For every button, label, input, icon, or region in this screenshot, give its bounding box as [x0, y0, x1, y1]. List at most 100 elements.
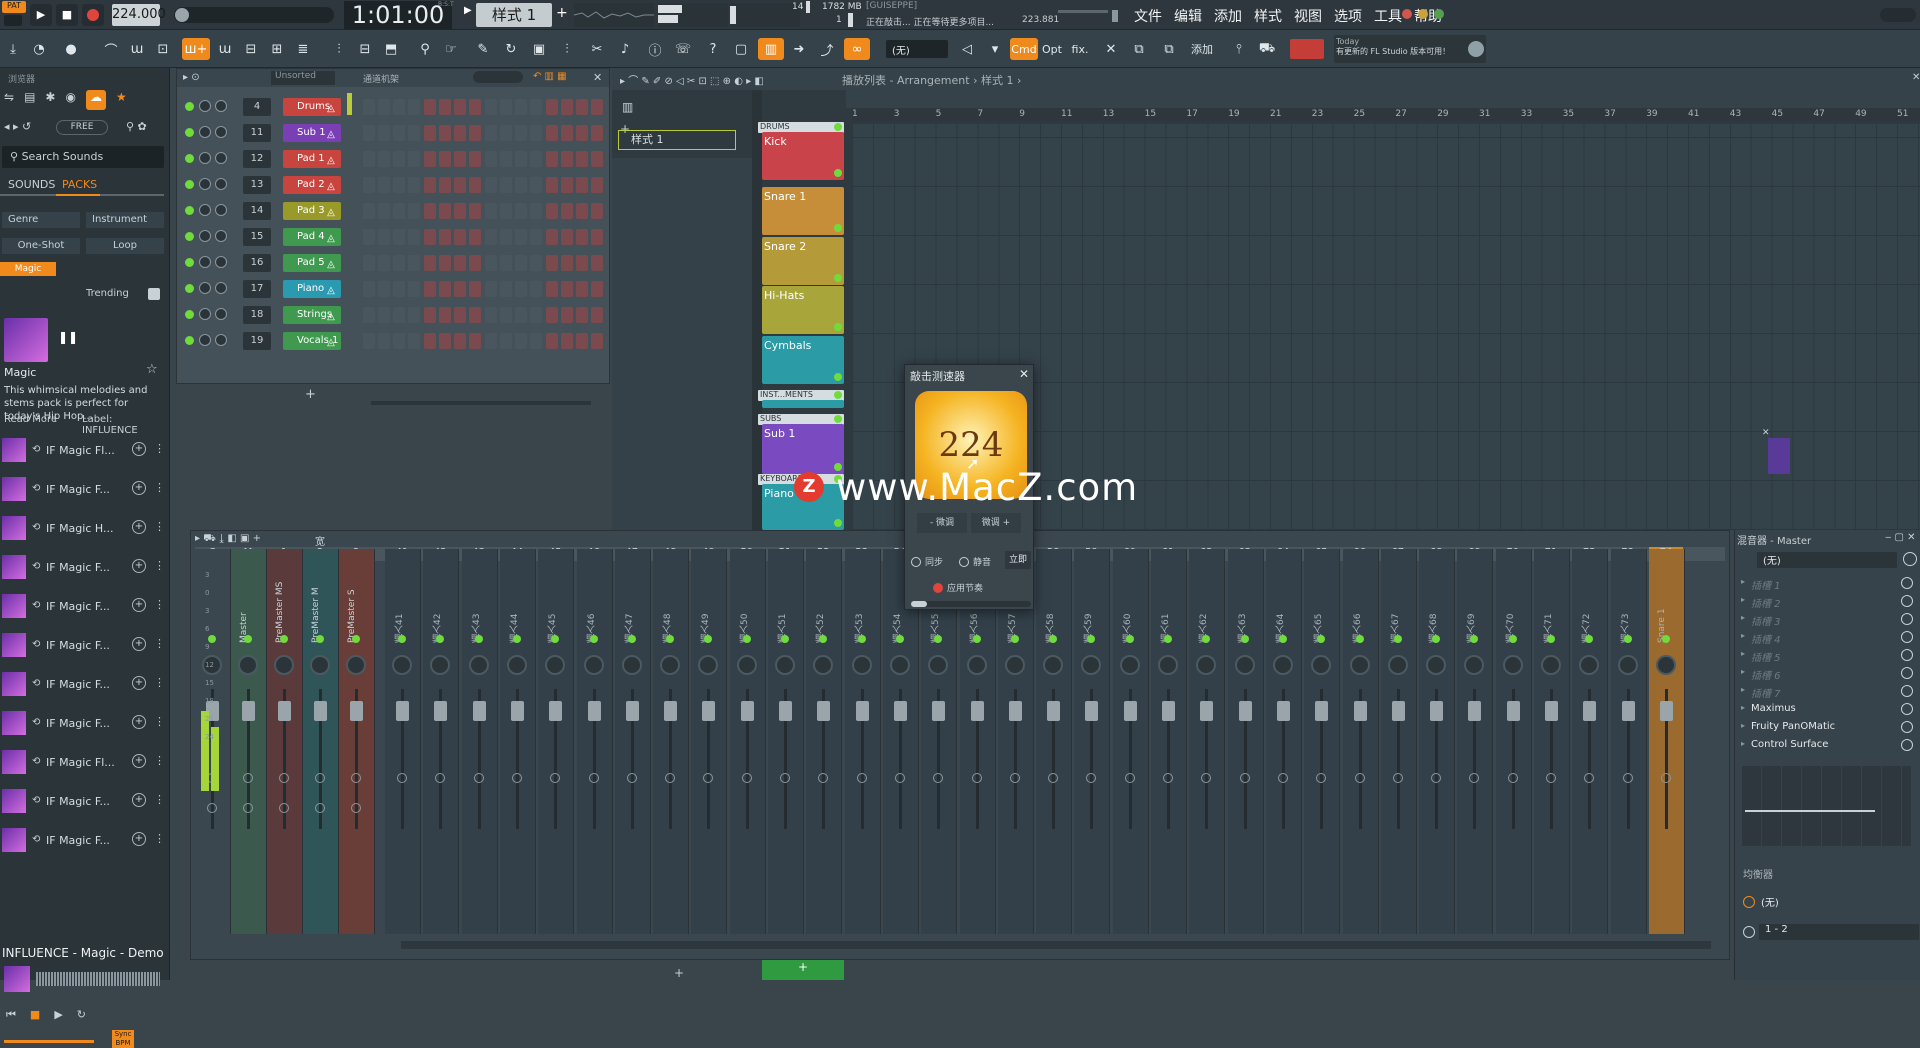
step-button[interactable]: [454, 203, 466, 219]
playlist-pattern-icon[interactable]: ▥: [622, 100, 633, 114]
mixer-volume-fader[interactable]: [1238, 701, 1252, 721]
mixer-insert-strip[interactable]: 插入69: [1457, 549, 1494, 934]
free-button[interactable]: FREE: [56, 120, 108, 135]
mixer-volume-fader[interactable]: [510, 701, 524, 721]
channel-insert-number[interactable]: 11: [243, 124, 271, 142]
next-icon[interactable]: ➜: [788, 38, 810, 60]
sample-item[interactable]: ⟲ IF Magic F... + ⋮: [0, 631, 168, 661]
step-button[interactable]: [591, 99, 603, 115]
output-clock-icon[interactable]: [1743, 896, 1755, 908]
mixer-mute-led[interactable]: [1278, 635, 1287, 643]
mixer-strip[interactable]: PreMaster S: [339, 549, 375, 934]
mixer-volume-fader[interactable]: [702, 701, 716, 721]
mixer-volume-fader[interactable]: [434, 701, 448, 721]
mixer-volume-fader[interactable]: [1085, 701, 1099, 721]
playlist-view-icon[interactable]: ⊞: [266, 38, 288, 60]
mixer-insert-strip[interactable]: Snare 1: [1648, 549, 1685, 934]
step-button[interactable]: [561, 281, 573, 297]
step-button[interactable]: [424, 281, 436, 297]
step-button[interactable]: [454, 333, 466, 349]
step-button[interactable]: [469, 177, 481, 193]
step-button[interactable]: [485, 281, 497, 297]
step-button[interactable]: [378, 255, 390, 271]
mixer-route-icon[interactable]: [1086, 773, 1097, 783]
step-button[interactable]: [500, 177, 512, 193]
pattern-prev[interactable]: ▶: [464, 5, 474, 25]
mixer-pan-knob[interactable]: [346, 655, 366, 675]
add-sample-icon[interactable]: +: [132, 598, 146, 612]
sample-item[interactable]: ⟲ IF Magic F... + ⋮: [0, 826, 168, 856]
step-button[interactable]: [439, 333, 451, 349]
step-button[interactable]: [591, 229, 603, 245]
sound-icon[interactable]: ◉: [65, 90, 75, 110]
channel-name-button[interactable]: Drums ◬: [283, 98, 341, 116]
mixer-route-icon[interactable]: [315, 773, 325, 783]
menu-patterns[interactable]: 样式: [1254, 6, 1282, 26]
step-button[interactable]: [378, 281, 390, 297]
cmd-button[interactable]: Cmd: [1010, 38, 1038, 60]
step-button[interactable]: [424, 229, 436, 245]
mixer-insert-strip[interactable]: 插入53: [844, 549, 881, 934]
mixer-volume-fader[interactable]: [587, 701, 601, 721]
slot-enable-icon[interactable]: [1901, 631, 1913, 643]
browser-view-icon[interactable]: ▢: [730, 38, 752, 60]
step-button[interactable]: [408, 255, 420, 271]
playlist-tools[interactable]: ▸ ⌒ ✎ ✐ ⊘ ◁ ✂ ⊡ ⬚ ⊕ ◐ ▸ ◧: [620, 72, 764, 87]
repeat-icon[interactable]: ↻: [77, 1008, 86, 1022]
mixer-mute-led[interactable]: [781, 635, 789, 643]
channel-name-button[interactable]: Vocals 1 ◬: [283, 332, 341, 350]
mixer-volume-fader[interactable]: [1621, 701, 1635, 721]
channel-mute-led[interactable]: [185, 128, 194, 137]
mixer-mute-led[interactable]: [1661, 635, 1670, 643]
file-icon[interactable]: ▤: [24, 90, 35, 110]
plugin-picker-icon[interactable]: ⚲: [414, 38, 436, 60]
step-button[interactable]: [439, 255, 451, 271]
menu-file[interactable]: 文件: [1134, 6, 1162, 26]
track-mute-led[interactable]: [834, 224, 842, 232]
loop-button[interactable]: Loop: [86, 238, 164, 254]
mixer-route-icon[interactable]: [1239, 773, 1250, 783]
pause-icon[interactable]: ❚❚: [58, 330, 78, 344]
mixer-view-icon[interactable]: ⫶: [328, 38, 350, 60]
mixer-route-icon[interactable]: [397, 773, 407, 783]
mixer-insert-strip[interactable]: 插入44: [499, 549, 536, 934]
eq-display[interactable]: [1741, 766, 1911, 846]
step-button[interactable]: [378, 203, 390, 219]
step-button[interactable]: [500, 229, 512, 245]
render-icon[interactable]: ⫶: [556, 38, 578, 60]
mixer-insert-strip[interactable]: 插入70: [1495, 549, 1532, 934]
mixer-pan-knob[interactable]: [583, 655, 604, 675]
step-button[interactable]: [439, 229, 451, 245]
step-button[interactable]: [424, 99, 436, 115]
mixer-strip[interactable]: Master: [231, 549, 267, 934]
mixer-route-icon[interactable]: [1316, 773, 1327, 783]
step-button[interactable]: [378, 333, 390, 349]
sort-dropdown[interactable]: Trending: [86, 288, 129, 299]
step-button[interactable]: [454, 307, 466, 323]
step-button[interactable]: [393, 333, 405, 349]
news-panel[interactable]: Today 有更新的 FL Studio 版本可用！: [1334, 35, 1486, 63]
slot-enable-icon[interactable]: [1901, 577, 1913, 589]
mixer-mute-led[interactable]: [398, 635, 406, 643]
step-button[interactable]: [530, 151, 542, 167]
apply-tempo-toggle[interactable]: [933, 583, 943, 593]
step-button[interactable]: [546, 203, 558, 219]
mixer-volume-fader[interactable]: [855, 701, 869, 721]
mixer-pan-knob[interactable]: [1043, 655, 1064, 675]
step-button[interactable]: [469, 99, 481, 115]
step-button[interactable]: [363, 281, 375, 297]
track-header[interactable]: Hi-Hats: [762, 286, 844, 334]
step-button[interactable]: [591, 177, 603, 193]
add-menu-button[interactable]: 添加: [1184, 38, 1220, 60]
menu-edit[interactable]: 编辑: [1174, 6, 1202, 26]
mixer-route-icon[interactable]: [894, 773, 905, 783]
step-button[interactable]: [485, 255, 497, 271]
mixer-insert-strip[interactable]: 插入49: [691, 549, 728, 934]
bottom-add-icon[interactable]: +: [674, 966, 684, 980]
chain-icon[interactable]: ∞: [844, 38, 870, 60]
fx-slot[interactable]: ▸ 插槽 1: [1739, 576, 1917, 592]
step-button[interactable]: [393, 229, 405, 245]
step-button[interactable]: [546, 281, 558, 297]
sync-bpm-button[interactable]: Sync BPM: [112, 1030, 134, 1048]
fx-slot[interactable]: ▸ 插槽 7: [1739, 684, 1917, 700]
